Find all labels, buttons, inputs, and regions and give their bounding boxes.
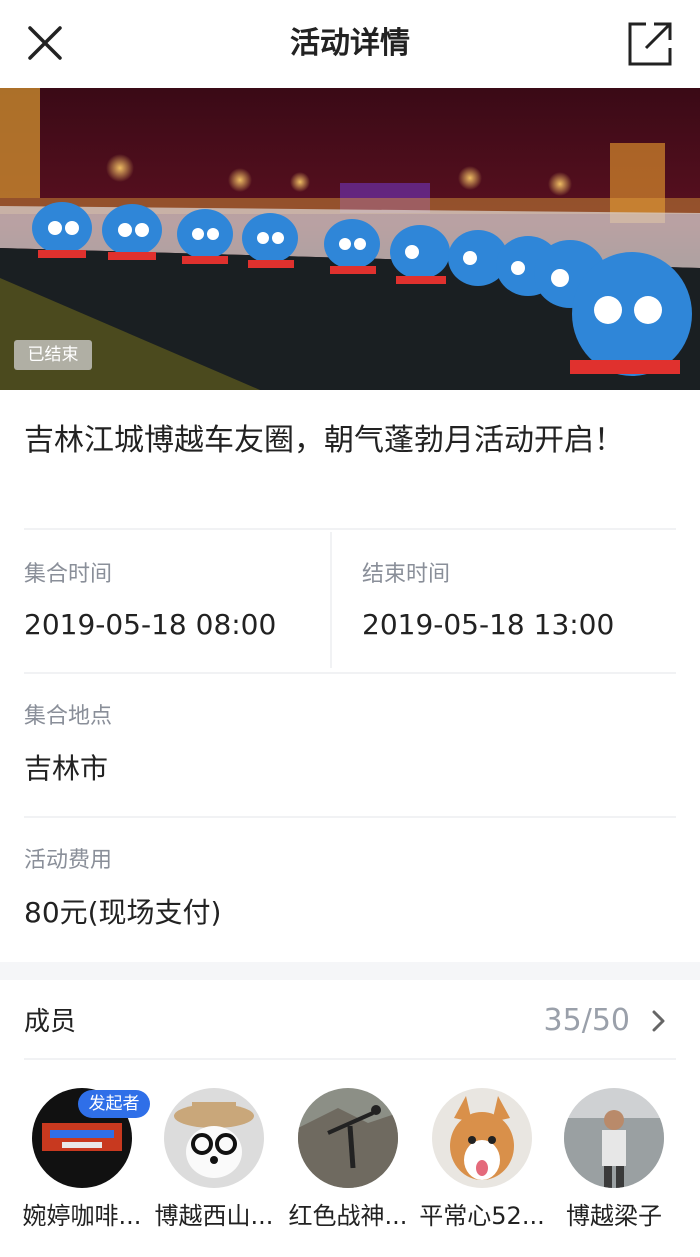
- avatar: [298, 1088, 398, 1188]
- member-name: 红色战神...: [288, 1202, 408, 1230]
- member-name: 博越西山...: [154, 1202, 274, 1230]
- top-nav-bar: 活动详情: [0, 0, 700, 88]
- members-count: 35/50: [543, 1003, 630, 1038]
- chevron-right-icon: [652, 1010, 665, 1032]
- divider: [24, 816, 676, 818]
- member-item[interactable]: 博越西山...: [146, 1088, 282, 1232]
- organizer-badge: 发起者: [78, 1090, 150, 1118]
- avatar: [432, 1088, 532, 1188]
- member-name: 平常心52...: [419, 1202, 545, 1230]
- members-label: 成员: [24, 1007, 77, 1037]
- member-item[interactable]: 博越梁子: [546, 1088, 682, 1232]
- member-item[interactable]: 红色战神...: [280, 1088, 416, 1232]
- gather-time-label: 集合时间: [24, 562, 113, 587]
- divider: [24, 1058, 676, 1060]
- gather-time-value: 2019-05-18 08:00: [24, 608, 277, 641]
- status-badge: 已结束: [14, 340, 92, 370]
- page-title: 活动详情: [290, 26, 410, 61]
- end-time-value: 2019-05-18 13:00: [362, 608, 615, 641]
- location-label: 集合地点: [24, 704, 113, 729]
- location-value: 吉林市: [24, 752, 109, 785]
- activity-banner-image: [0, 88, 700, 390]
- fee-value: 80元(现场支付): [24, 896, 222, 929]
- member-name: 婉婷咖啡...: [22, 1202, 142, 1230]
- fee-label: 活动费用: [24, 848, 113, 873]
- avatar: [164, 1088, 264, 1188]
- end-time-label: 结束时间: [362, 562, 451, 587]
- divider: [24, 672, 676, 674]
- avatar: [564, 1088, 664, 1188]
- member-item[interactable]: 平常心52...: [414, 1088, 550, 1232]
- section-separator: [0, 962, 700, 980]
- divider: [24, 528, 676, 530]
- activity-title: 吉林江城博越车友圈，朝气蓬勃月活动开启！: [24, 423, 624, 458]
- member-name: 博越梁子: [566, 1202, 662, 1230]
- divider: [330, 532, 332, 668]
- share-icon[interactable]: [624, 18, 676, 70]
